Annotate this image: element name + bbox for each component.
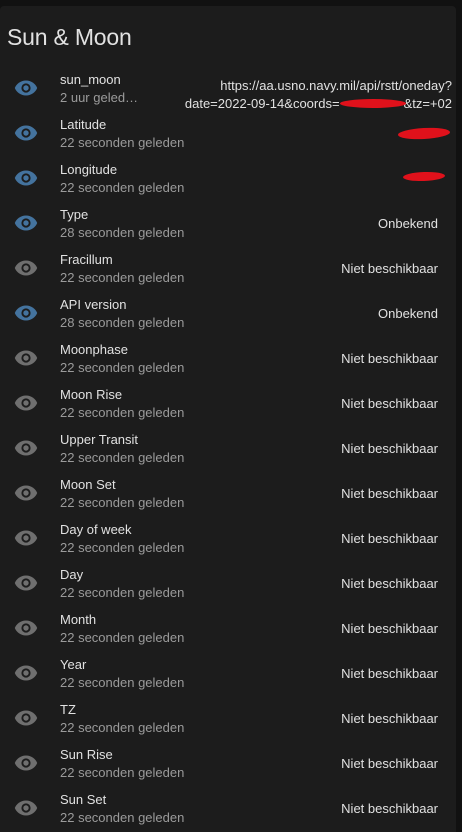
entity-state-value: Niet beschikbaar [341,261,438,276]
eye-icon [14,619,38,637]
redaction-mark [339,99,406,108]
entity-state-value: Niet beschikbaar [341,756,438,771]
eye-icon [14,799,38,817]
entity-row-sun-moon[interactable]: sun_moon 2 uur geled… https://aa.usno.na… [0,66,456,111]
entity-row-type[interactable]: Type 28 seconden geleden Onbekend [0,201,456,246]
entity-last-changed: 22 seconden geleden [60,720,185,735]
entity-row-sun-set[interactable]: Sun Set 22 seconden geleden Niet beschik… [0,786,456,831]
entity-row-year[interactable]: Year 22 seconden geleden Niet beschikbaa… [0,651,456,696]
entity-row-day-of-week[interactable]: Day of week 22 seconden geleden Niet bes… [0,516,456,561]
eye-icon [14,214,38,232]
eye-icon [14,349,38,367]
entity-name: Moon Set [60,477,116,492]
entity-state-line-2-b: &tz=+02 [403,96,452,111]
eye-icon [14,709,38,727]
entity-name: API version [60,297,127,312]
entity-state-value: Niet beschikbaar [341,351,438,366]
entity-last-changed: 22 seconden geleden [60,675,185,690]
entity-state-line-2-a: date=2022-09-14&coords= [184,96,340,111]
entity-state-value: Niet beschikbaar [341,486,438,501]
entity-last-changed: 22 seconden geleden [60,270,185,285]
entity-last-changed: 22 seconden geleden [60,405,185,420]
entity-name: Year [60,657,87,672]
eye-icon [14,439,38,457]
entity-name: Type [60,207,89,222]
entity-state-value: Niet beschikbaar [341,396,438,411]
entity-name: Sun Set [60,792,107,807]
entity-state-value: Niet beschikbaar [341,621,438,636]
entity-last-changed: 2 uur geled… [60,90,139,105]
eye-icon [14,169,38,187]
entity-state-value: Niet beschikbaar [341,666,438,681]
entity-name: Moonphase [60,342,128,357]
card-title: Sun & Moon [7,24,132,50]
entity-name: sun_moon [60,72,121,87]
entity-last-changed: 22 seconden geleden [60,540,185,555]
entity-last-changed: 22 seconden geleden [60,585,185,600]
entity-row-month[interactable]: Month 22 seconden geleden Niet beschikba… [0,606,456,651]
entity-name: Moon Rise [60,387,123,402]
entity-name: Sun Rise [60,747,113,762]
entity-last-changed: 22 seconden geleden [60,135,185,150]
eye-icon [14,484,38,502]
entity-name: Month [60,612,97,627]
eye-icon [14,259,38,277]
entity-state-value: Niet beschikbaar [341,531,438,546]
entity-state-value: Niet beschikbaar [341,711,438,726]
eye-icon [14,754,38,772]
eye-icon [14,664,38,682]
entity-list: sun_moon 2 uur geled… https://aa.usno.na… [0,66,456,831]
entity-name: Longitude [60,162,118,177]
entity-state-value: https://aa.usno.navy.mil/api/rstt/oneday… [152,77,452,113]
redacted-coords [339,98,406,108]
entity-last-changed: 28 seconden geleden [60,225,185,240]
entity-name: TZ [60,702,76,717]
entity-name: Latitude [60,117,107,132]
entity-state-line-1: https://aa.usno.navy.mil/api/rstt/oneday… [220,78,452,93]
entity-last-changed: 22 seconden geleden [60,360,185,375]
entity-row-day[interactable]: Day 22 seconden geleden Niet beschikbaar [0,561,456,606]
entity-last-changed: 22 seconden geleden [60,180,185,195]
entities-card: Sun & Moon sun_moon 2 uur geled… https:/… [0,6,456,832]
entity-state-value: Niet beschikbaar [341,801,438,816]
entity-row-moon-set[interactable]: Moon Set 22 seconden geleden Niet beschi… [0,471,456,516]
entity-last-changed: 22 seconden geleden [60,495,185,510]
eye-icon [14,304,38,322]
entity-row-fracillum[interactable]: Fracillum 22 seconden geleden Niet besch… [0,246,456,291]
entity-state-value: Onbekend [378,306,438,321]
entity-state-value: Niet beschikbaar [341,441,438,456]
entity-row-sun-rise[interactable]: Sun Rise 22 seconden geleden Niet beschi… [0,741,456,786]
entity-row-api-version[interactable]: API version 28 seconden geleden Onbekend [0,291,456,336]
entity-row-moonphase[interactable]: Moonphase 22 seconden geleden Niet besch… [0,336,456,381]
entity-row-longitude[interactable]: Longitude 22 seconden geleden [0,156,456,201]
entity-name: Day of week [60,522,132,537]
entity-row-tz[interactable]: TZ 22 seconden geleden Niet beschikbaar [0,696,456,741]
entity-name: Fracillum [60,252,113,267]
entity-last-changed: 22 seconden geleden [60,810,185,825]
eye-icon [14,79,38,97]
eye-icon [14,529,38,547]
entity-state-value: Niet beschikbaar [341,576,438,591]
entity-name: Day [60,567,84,582]
entity-last-changed: 22 seconden geleden [60,765,185,780]
entity-name: Upper Transit [60,432,139,447]
eye-icon [14,574,38,592]
entity-row-latitude[interactable]: Latitude 22 seconden geleden [0,111,456,156]
entity-state-value: Onbekend [378,216,438,231]
entity-last-changed: 22 seconden geleden [60,630,185,645]
entity-last-changed: 28 seconden geleden [60,315,185,330]
entity-row-moon-rise[interactable]: Moon Rise 22 seconden geleden Niet besch… [0,381,456,426]
redaction-mark [397,126,451,141]
redaction-mark [402,171,446,182]
entity-last-changed: 22 seconden geleden [60,450,185,465]
entity-row-upper-transit[interactable]: Upper Transit 22 seconden geleden Niet b… [0,426,456,471]
eye-icon [14,394,38,412]
eye-icon [14,124,38,142]
